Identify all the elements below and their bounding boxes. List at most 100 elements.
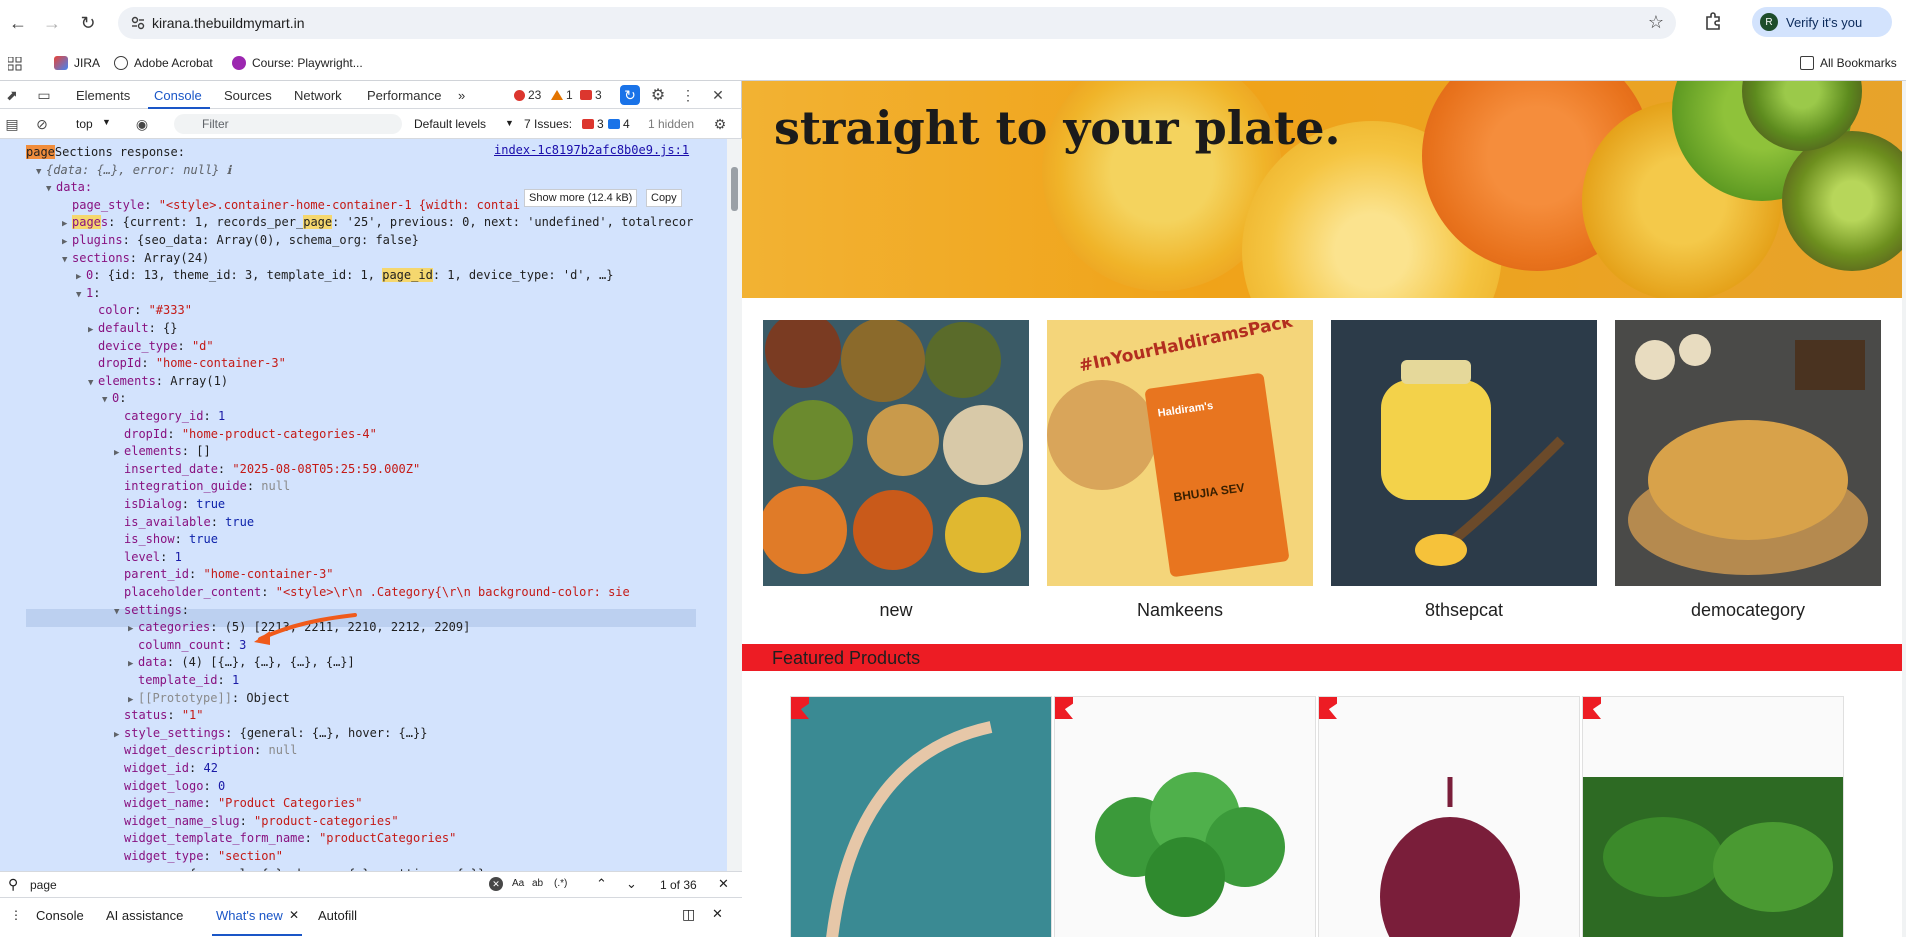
expanded-triangle-icon[interactable]: ▼	[46, 180, 56, 198]
console-tree-line[interactable]: ▶ data: (4) [{…}, {…}, {…}, {…}]	[128, 653, 355, 671]
find-input[interactable]: page	[30, 878, 57, 892]
close-drawer-icon[interactable]: ✕	[712, 906, 723, 922]
category-card-namkeens[interactable]: #InYourHaldiramsPack Haldiram's BHUJIA S…	[1047, 320, 1313, 586]
show-more-button[interactable]: Show more (12.4 kB)	[524, 189, 638, 207]
profile-verify-button[interactable]: R Verify it's you	[1752, 7, 1892, 37]
error-count-badge[interactable]: 23	[514, 88, 541, 102]
context-selector[interactable]: top	[76, 117, 93, 131]
console-tree-line[interactable]: ▼ sections: Array(24)	[62, 249, 209, 267]
device-toolbar-icon[interactable]: ▭	[36, 87, 52, 103]
sidebar-toggle-icon[interactable]: ▤	[4, 116, 20, 132]
site-info-icon[interactable]	[130, 15, 146, 31]
bookmark-course-playwright[interactable]: Course: Playwright...	[232, 53, 363, 73]
expanded-triangle-icon[interactable]: ▼	[88, 374, 98, 392]
tab-console[interactable]: Console	[154, 88, 202, 103]
log-levels-dropdown[interactable]: Default levels	[414, 117, 486, 131]
bookmark-star-icon[interactable]: ☆	[1648, 12, 1664, 33]
console-tree-line[interactable]: ▼ elements: Array(1)	[88, 372, 228, 390]
filter-input[interactable]: Filter	[174, 114, 402, 134]
console-tree-line[interactable]: ▼ settings:	[114, 601, 189, 619]
collapsed-triangle-icon[interactable]: ▶	[128, 655, 138, 673]
eye-icon[interactable]: ◉	[134, 116, 150, 132]
console-settings-icon[interactable]: ⚙	[712, 116, 728, 132]
more-tabs-button[interactable]: »	[458, 88, 465, 103]
console-tree-line[interactable]: ▶ default: {}	[88, 319, 177, 337]
close-tab-icon[interactable]: ✕	[289, 908, 299, 922]
scroll-thumb[interactable]	[731, 167, 738, 211]
all-bookmarks[interactable]: All Bookmarks	[1800, 53, 1897, 73]
category-name-new[interactable]: new	[763, 600, 1029, 621]
expanded-triangle-icon[interactable]: ▼	[102, 391, 112, 409]
issues-error-badge[interactable]: 3	[582, 117, 604, 131]
console-tree-line[interactable]: ▶ 0: {id: 13, theme_id: 3, template_id: 1…	[76, 266, 613, 284]
tab-network[interactable]: Network	[294, 88, 342, 103]
product-card-onion[interactable]	[1318, 696, 1580, 937]
more-options-icon[interactable]: ⋮	[680, 87, 696, 103]
apps-grid-icon[interactable]	[8, 57, 22, 71]
product-card-bracelet[interactable]	[790, 696, 1052, 937]
close-find-icon[interactable]: ✕	[718, 876, 729, 892]
bookmark-adobe-acrobat[interactable]: Adobe Acrobat	[114, 53, 213, 73]
warning-count-badge[interactable]: 1	[551, 88, 573, 102]
category-name-namkeens[interactable]: Namkeens	[1047, 600, 1313, 621]
collapsed-triangle-icon[interactable]: ▶	[128, 620, 138, 638]
collapsed-triangle-icon[interactable]: ▶	[114, 726, 124, 744]
previous-match-icon[interactable]: ⌃	[596, 876, 607, 892]
issues-info-badge[interactable]: 4	[608, 117, 630, 131]
bookmark-jira[interactable]: JIRA	[54, 53, 100, 73]
console-tree-line[interactable]: ▼ {data: {…}, error: null} ℹ	[36, 161, 231, 179]
expanded-triangle-icon[interactable]: ▼	[76, 286, 86, 304]
clear-console-icon[interactable]: ⊘	[34, 116, 50, 132]
product-card-spinach[interactable]	[1582, 696, 1844, 937]
copy-button[interactable]: Copy	[646, 189, 682, 207]
regex-icon[interactable]: (.*)	[554, 878, 567, 889]
console-tree-line[interactable]: ▼ data:	[46, 178, 92, 196]
match-case-icon[interactable]: Aa	[512, 878, 524, 889]
expanded-triangle-icon[interactable]: ▼	[36, 163, 46, 181]
console-tree-line[interactable]: ▶ [[Prototype]]: Object	[128, 689, 290, 707]
clear-search-icon[interactable]: ✕	[489, 877, 503, 891]
page-scrollbar[interactable]	[1902, 81, 1906, 937]
console-tree-line[interactable]: ▼ 0:	[102, 389, 126, 407]
expanded-triangle-icon[interactable]: ▼	[114, 603, 124, 621]
url-text[interactable]: kirana.thebuildmymart.in	[152, 15, 305, 31]
category-card-democategory[interactable]	[1615, 320, 1881, 586]
tab-sources[interactable]: Sources	[224, 88, 272, 103]
console-output[interactable]: index-1c8197b2afc8b0e9.js:1 pageSections…	[0, 139, 742, 871]
console-tree-line[interactable]: ▼ 1:	[76, 284, 100, 302]
settings-gear-icon[interactable]: ⚙	[650, 87, 666, 104]
console-tree-line[interactable]: ▶ elements: []	[114, 442, 211, 460]
extensions-icon[interactable]	[1702, 11, 1724, 33]
ai-assistance-icon[interactable]: ↻	[620, 85, 640, 105]
drawer-tab-ai-assistance[interactable]: AI assistance	[106, 908, 183, 923]
category-card-8thsepcat[interactable]	[1331, 320, 1597, 586]
issues-label[interactable]: 7 Issues:	[524, 117, 572, 131]
whole-word-icon[interactable]: ab	[532, 878, 543, 889]
drawer-tab-autofill[interactable]: Autofill	[318, 908, 357, 923]
close-devtools-icon[interactable]: ✕	[710, 87, 726, 103]
forward-icon[interactable]: →	[40, 11, 64, 35]
category-name-8thsepcat[interactable]: 8thsepcat	[1331, 600, 1597, 621]
category-name-democategory[interactable]: democategory	[1615, 600, 1881, 621]
collapsed-triangle-icon[interactable]: ▶	[88, 321, 98, 339]
tab-elements[interactable]: Elements	[76, 88, 130, 103]
console-scrollbar[interactable]	[727, 139, 742, 871]
drawer-tab-console[interactable]: Console	[36, 908, 84, 923]
inspect-element-icon[interactable]: ⬈	[4, 87, 20, 103]
drawer-tab-whats-new[interactable]: What's new	[216, 908, 283, 923]
console-tree-line[interactable]: ▶ pages: {current: 1, records_per_page: '…	[62, 213, 693, 231]
dock-side-icon[interactable]: ◫	[682, 906, 695, 923]
expanded-triangle-icon[interactable]: ▼	[62, 251, 72, 269]
console-tree-line[interactable]: ▶ style_settings: {general: {…}, hover: {…	[114, 724, 427, 742]
address-bar[interactable]: kirana.thebuildmymart.in ☆	[118, 7, 1676, 39]
drawer-more-icon[interactable]: ⋮	[10, 908, 22, 922]
tab-performance[interactable]: Performance	[367, 88, 441, 103]
console-tree-line[interactable]: ▶ plugins: {seo_data: Array(0), schema_or…	[62, 231, 419, 249]
back-icon[interactable]: ←	[6, 11, 30, 35]
category-card-new[interactable]	[763, 320, 1029, 586]
collapsed-triangle-icon[interactable]: ▶	[114, 444, 124, 462]
message-count-badge[interactable]: 3	[580, 88, 602, 102]
reload-icon[interactable]: ↻	[76, 11, 100, 35]
next-match-icon[interactable]: ⌄	[626, 876, 637, 892]
source-file-link[interactable]: index-1c8197b2afc8b0e9.js:1	[494, 143, 689, 157]
